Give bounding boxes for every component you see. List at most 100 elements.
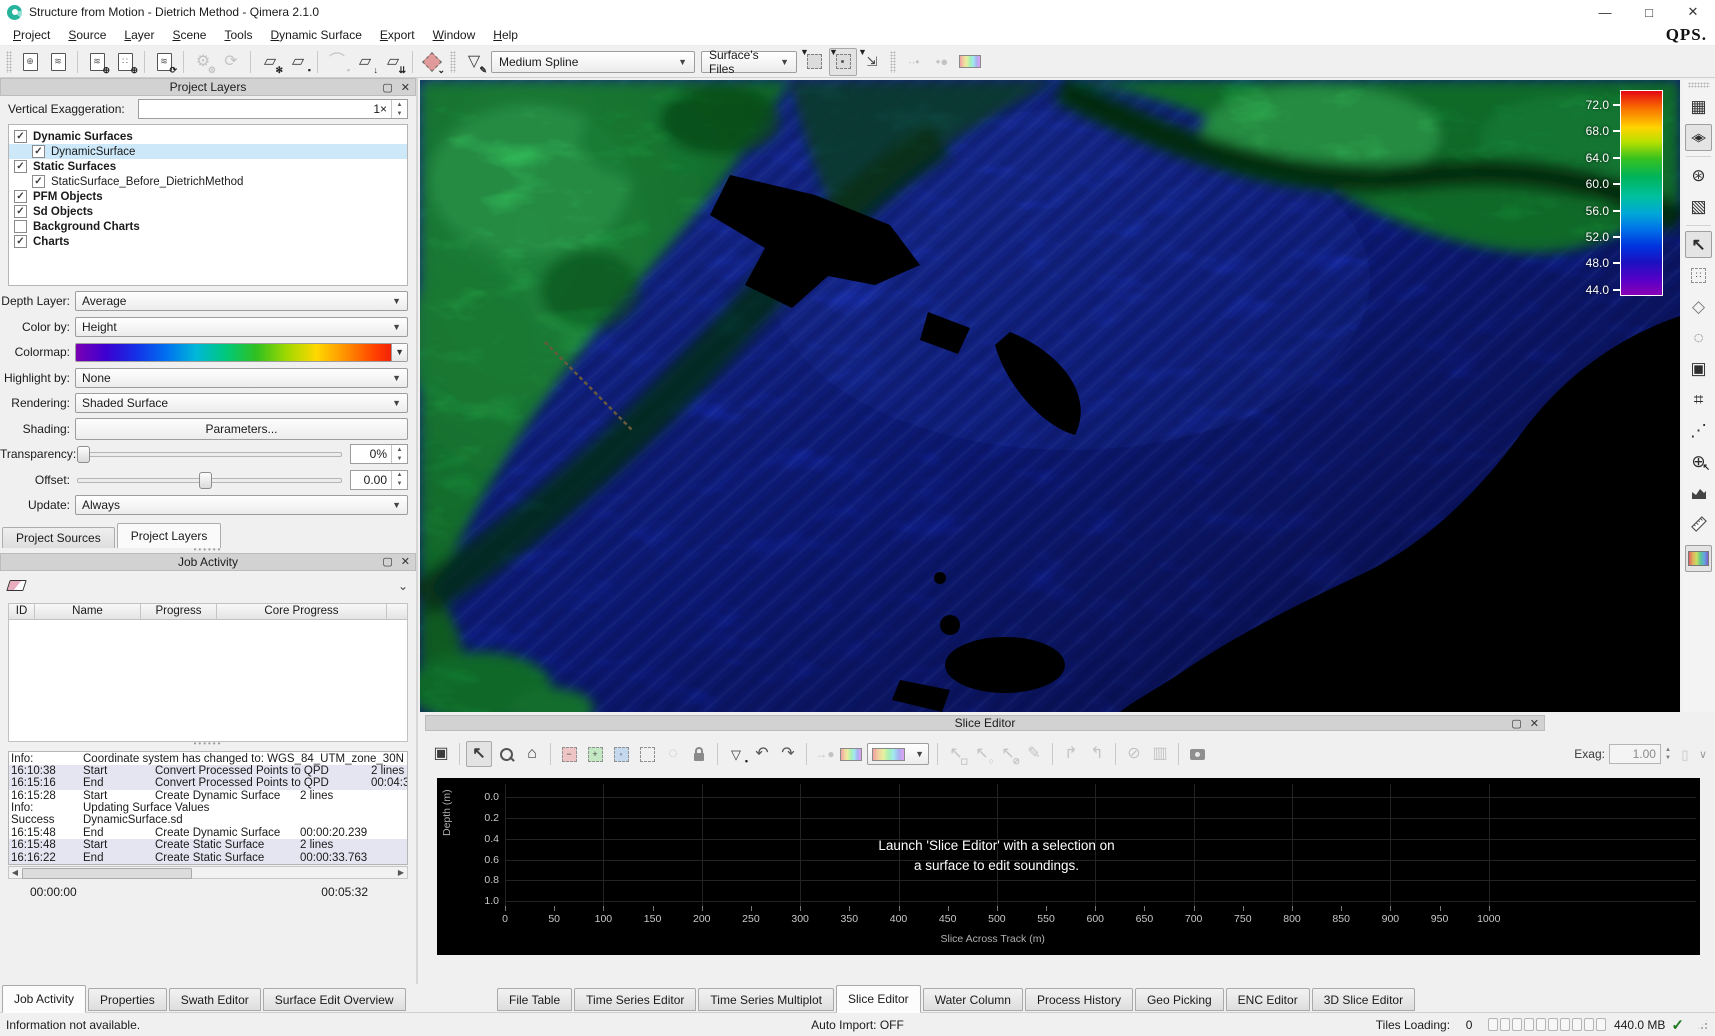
filter-lines-icon[interactable]: ▽✎ <box>461 49 487 75</box>
scatter-select-icon[interactable]: ⋰ <box>1685 417 1712 444</box>
log-row[interactable]: 16:15:48 End Create Dynamic Surface 00:0… <box>9 827 407 839</box>
layer-checkbox[interactable] <box>32 175 45 188</box>
clear-jobs-icon[interactable] <box>6 580 27 591</box>
pick-soundings-icon[interactable]: ▱↓ <box>352 49 378 75</box>
bottom-right-tab[interactable]: Time Series Editor <box>574 988 696 1011</box>
layer-tree-item[interactable]: Static Surfaces <box>9 159 407 174</box>
job-activity-header[interactable]: Job Activity ▢ ✕ <box>0 553 416 571</box>
create-static-surface-icon[interactable]: ≋ <box>45 49 71 75</box>
spin-down-icon[interactable]: ▼ <box>392 109 407 118</box>
layer-checkbox[interactable] <box>14 235 27 248</box>
layer-checkbox[interactable] <box>14 160 27 173</box>
exag-spinner[interactable]: 1.00 <box>1609 744 1661 764</box>
job-table-column-header[interactable]: Name <box>35 604 141 619</box>
layer-tree-item[interactable]: PFM Objects <box>9 189 407 204</box>
reject-tool-icon[interactable]: ⊘ <box>1122 742 1146 766</box>
colormap-panel-icon[interactable] <box>1685 545 1712 572</box>
menu-item[interactable]: Window <box>424 25 485 45</box>
close-panel-icon[interactable]: ✕ <box>401 555 410 568</box>
zoom-icon[interactable] <box>494 742 518 766</box>
spin-up-icon[interactable]: ▲ <box>392 100 407 109</box>
polygon-select-icon[interactable]: ⌗ <box>1685 386 1712 413</box>
undo-icon[interactable]: ↶ <box>750 742 774 766</box>
menu-item[interactable]: Export <box>371 25 424 45</box>
georeference-swath-icon[interactable]: ▱✻ <box>257 49 283 75</box>
log-row[interactable]: 16:15:16 End Convert Processed Points to… <box>9 777 407 789</box>
bottom-right-tab[interactable]: Process History <box>1025 988 1133 1011</box>
layer-tree-item[interactable]: Dynamic Surfaces <box>9 129 407 144</box>
scrollbar-thumb[interactable] <box>22 868 192 879</box>
accept-soundings-select-icon[interactable]: + <box>583 742 607 766</box>
layer-tree-item[interactable]: DynamicSurface <box>9 144 407 159</box>
processing-settings-icon[interactable]: ⚙⚙ <box>190 49 216 75</box>
scroll-left-icon[interactable]: ◀ <box>9 867 21 878</box>
project-layers-header[interactable]: Project Layers ▢ ✕ <box>0 78 416 96</box>
layer-checkbox[interactable] <box>14 130 27 143</box>
close-panel-icon[interactable]: ✕ <box>1530 717 1539 730</box>
lock-selection-icon[interactable] <box>687 742 711 766</box>
menu-item[interactable]: Scene <box>163 25 215 45</box>
reprocess-icon[interactable]: ⟳ <box>218 49 244 75</box>
toolbar-drag-handle[interactable] <box>890 51 896 73</box>
menu-item[interactable]: Tools <box>215 25 261 45</box>
log-row[interactable]: 16:15:48 Start Create Static Surface 2 l… <box>9 839 407 851</box>
toolbar-drag-handle[interactable] <box>450 51 456 73</box>
collapse-jobs-icon[interactable]: ⌄ <box>398 579 408 593</box>
rendering-combo[interactable]: Shaded Surface▼ <box>75 393 408 413</box>
spline-preset-combo[interactable]: Medium Spline▼ <box>491 51 695 73</box>
toolbar-drag-handle[interactable] <box>1688 82 1710 88</box>
update-combo[interactable]: Always▼ <box>75 495 408 515</box>
layer-checkbox[interactable] <box>14 220 27 233</box>
info-page-icon[interactable]: ▯ <box>1676 742 1694 766</box>
bottom-right-tab[interactable]: Water Column <box>923 988 1023 1011</box>
splitter-handle[interactable]: •••••• <box>0 742 416 747</box>
transparency-slider[interactable] <box>75 444 344 464</box>
spin-down-icon[interactable]: ▼ <box>1665 754 1671 762</box>
point-size-large-icon[interactable]: •● <box>929 49 955 75</box>
spin-up-icon[interactable]: ▲ <box>392 445 407 454</box>
close-panel-icon[interactable]: ✕ <box>401 81 410 94</box>
spin-up-icon[interactable]: ▲ <box>392 471 407 480</box>
flag-back-icon[interactable]: ↰ <box>1085 742 1109 766</box>
bottom-right-tab[interactable]: File Table <box>497 988 572 1011</box>
layer-tree-item[interactable]: Background Charts <box>9 219 407 234</box>
add-processed-points-icon[interactable]: ∷⊕ <box>112 49 138 75</box>
surface-files-combo[interactable]: Surface's Files▼ <box>701 51 797 73</box>
create-dynamic-surface-icon[interactable]: ⊕ <box>17 49 43 75</box>
grid-view-icon[interactable]: ▦ <box>1685 93 1712 120</box>
cursor-select-icon[interactable]: ↖ <box>466 741 492 767</box>
chevron-down-icon[interactable]: ∨ <box>1699 748 1707 761</box>
colormap-toolbar-icon[interactable] <box>957 49 983 75</box>
depth-layer-combo[interactable]: Average▼ <box>75 291 408 311</box>
panel-tab[interactable]: Project Sources <box>2 527 115 548</box>
reload-source-file-icon[interactable]: ≋⟳ <box>151 49 177 75</box>
box-handles-select-icon[interactable]: ▣ <box>1685 355 1712 382</box>
split-columns-icon[interactable]: ▥ <box>1148 742 1172 766</box>
log-horizontal-scrollbar[interactable]: ◀ ▶ <box>8 866 408 879</box>
menu-item[interactable]: Dynamic Surface <box>262 25 371 45</box>
close-button[interactable]: ✕ <box>1671 0 1715 24</box>
bottom-right-tab[interactable]: Slice Editor <box>836 985 921 1013</box>
profile-chart-icon[interactable] <box>1685 479 1712 506</box>
job-table-column-header[interactable]: Core Progress <box>217 604 387 619</box>
toolbar-drag-handle[interactable] <box>6 51 12 73</box>
colormap-gradient-button[interactable]: ▼ <box>75 343 408 362</box>
bottom-left-tab[interactable]: Job Activity <box>2 985 86 1013</box>
highlight-by-combo[interactable]: None▼ <box>75 368 408 388</box>
scene-3d-view[interactable]: 72.0 68.0 64.0 60.0 56.0 52.0 48.0 <box>420 80 1680 712</box>
float-panel-icon[interactable]: ▢ <box>382 555 392 568</box>
menu-item[interactable]: Help <box>484 25 527 45</box>
cube-3d-view-icon[interactable]: ▧ <box>1685 193 1712 220</box>
layer-checkbox[interactable] <box>14 190 27 203</box>
bottom-left-tab[interactable]: Surface Edit Overview <box>263 988 406 1011</box>
spin-up-icon[interactable]: ▲ <box>1665 746 1671 754</box>
sonar-ping-icon[interactable]: ⌒• <box>324 49 350 75</box>
minimize-button[interactable]: — <box>1583 0 1627 24</box>
lock-swath-icon[interactable]: ▱▪ <box>285 49 311 75</box>
panel-tab[interactable]: Project Layers <box>117 523 222 548</box>
log-row[interactable]: Info: Updating Surface Values <box>9 802 407 814</box>
home-view-icon[interactable]: ⌂ <box>520 742 544 766</box>
selection-mode-icon[interactable]: ⌄ <box>419 49 445 75</box>
log-row[interactable]: Success DynamicSurface.sd <box>9 814 407 826</box>
redo-icon[interactable]: ↷ <box>776 742 800 766</box>
